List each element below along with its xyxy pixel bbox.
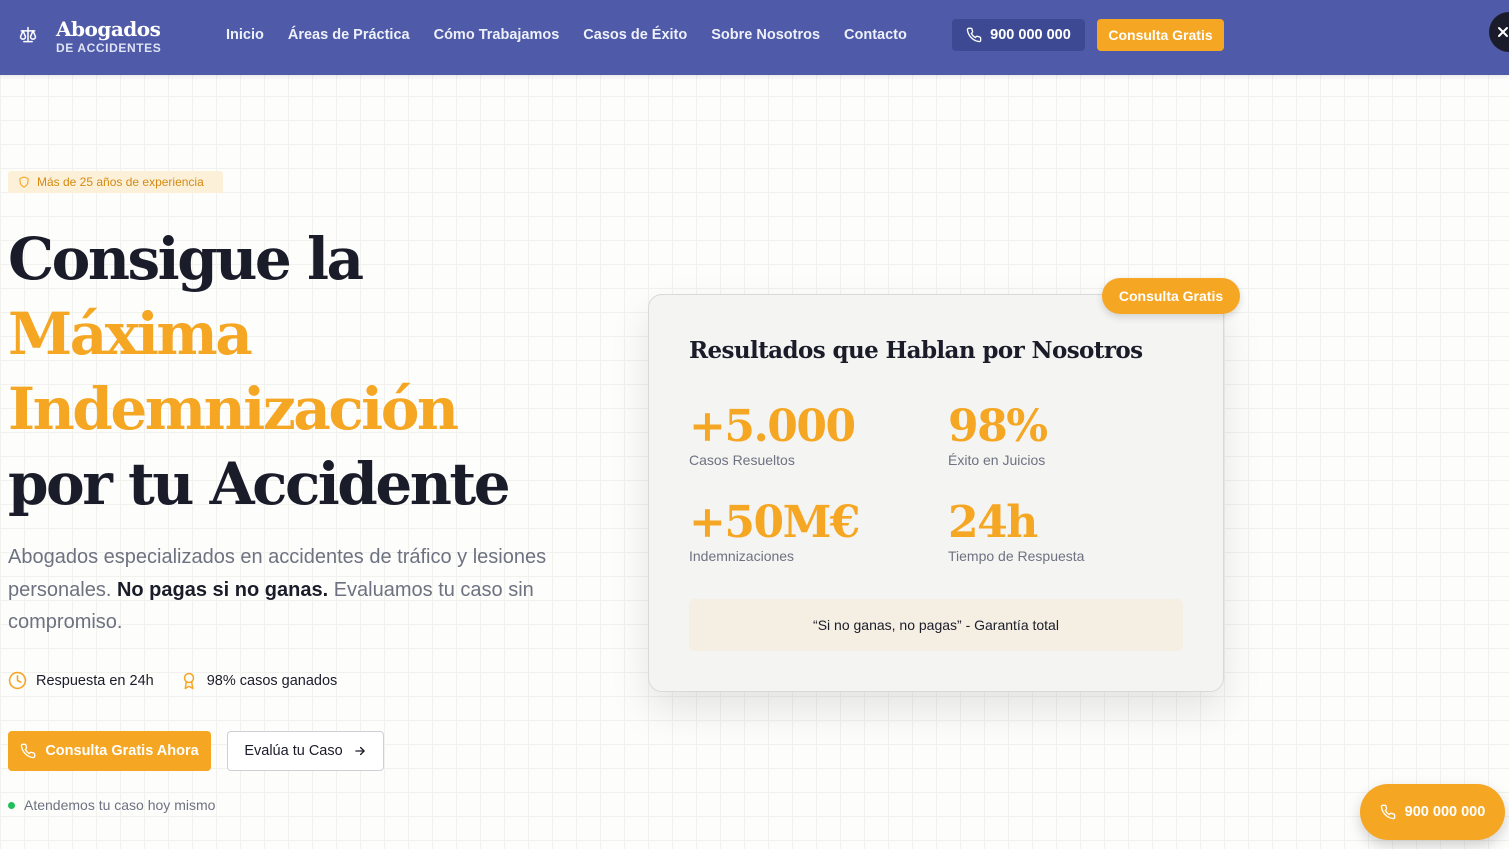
header-phone-number: 900 000 000 bbox=[990, 27, 1071, 43]
logo-subtitle[interactable]: DE ACCIDENTES bbox=[56, 41, 161, 55]
card-consulta-badge[interactable]: Consulta Gratis bbox=[1102, 278, 1240, 314]
consulta-gratis-ahora-button[interactable]: Consulta Gratis Ahora bbox=[8, 731, 211, 771]
results-title: Resultados que Hablan por Nosotros bbox=[689, 337, 1143, 364]
stat-label: Éxito en Juicios bbox=[948, 452, 1046, 468]
nav-contacto[interactable]: Contacto bbox=[844, 27, 907, 43]
stat-casos-resueltos: +5.000 Casos Resueltos bbox=[689, 401, 856, 468]
stat-value: 98% bbox=[948, 401, 1048, 452]
availability-text: Atendemos tu caso hoy mismo bbox=[24, 797, 216, 813]
floating-phone-number: 900 000 000 bbox=[1404, 804, 1486, 820]
phone-icon bbox=[1380, 804, 1396, 820]
clock-icon bbox=[8, 671, 27, 690]
guarantee-banner: “Si no ganas, no pagas” - Garantía total bbox=[689, 599, 1183, 651]
header-consulta-button[interactable]: Consulta Gratis bbox=[1097, 19, 1224, 51]
nav-casos-exito[interactable]: Casos de Éxito bbox=[583, 27, 687, 43]
hero-features: Respuesta en 24h 98% casos ganados bbox=[8, 671, 337, 690]
consulta-gratis-ahora-label: Consulta Gratis Ahora bbox=[45, 743, 199, 759]
stat-label: Indemnizaciones bbox=[689, 548, 795, 564]
availability-status: Atendemos tu caso hoy mismo bbox=[8, 797, 215, 813]
site-header: Abogados DE ACCIDENTES Inicio Áreas de P… bbox=[0, 0, 1509, 75]
hero-title-line-3: Indemnización bbox=[8, 375, 459, 443]
stat-label: Casos Resueltos bbox=[689, 452, 795, 468]
x-icon[interactable] bbox=[1497, 26, 1509, 38]
experience-text: Más de 25 años de experiencia bbox=[37, 175, 204, 189]
hero-title: Consigue la Máxima Indemnización por tu … bbox=[8, 222, 568, 522]
award-icon bbox=[180, 672, 198, 690]
evalua-caso-button[interactable]: Evalúa tu Caso bbox=[227, 731, 384, 771]
hero-title-line-4: por tu Accidente bbox=[8, 450, 511, 518]
hero-title-line-1: Consigue la bbox=[8, 225, 364, 293]
experience-badge: Más de 25 años de experiencia bbox=[8, 171, 223, 193]
hero-desc-bold: No pagas si no ganas. bbox=[116, 578, 329, 601]
stat-exito-juicios: 98% Éxito en Juicios bbox=[948, 401, 1048, 468]
floating-phone-button[interactable]: 900 000 000 bbox=[1360, 784, 1505, 840]
nav-sobre-nosotros[interactable]: Sobre Nosotros bbox=[711, 27, 820, 43]
nav-areas-practica[interactable]: Áreas de Práctica bbox=[288, 27, 410, 43]
feature-win-rate-text: 98% casos ganados bbox=[206, 672, 338, 689]
stat-value: +50M€ bbox=[689, 497, 860, 548]
stat-value: 24h bbox=[948, 497, 1038, 548]
phone-icon bbox=[966, 27, 982, 43]
nav-como-trabajamos[interactable]: Cómo Trabajamos bbox=[434, 27, 560, 43]
phone-icon bbox=[20, 743, 36, 759]
evalua-caso-label: Evalúa tu Caso bbox=[244, 743, 343, 759]
logo-title[interactable]: Abogados bbox=[56, 17, 161, 41]
shield-icon bbox=[18, 176, 30, 188]
stat-value: +5.000 bbox=[689, 401, 856, 452]
scale-icon[interactable] bbox=[18, 25, 38, 45]
hero-description: Abogados especializados en accidentes de… bbox=[8, 541, 568, 639]
header-phone-button[interactable]: 900 000 000 bbox=[952, 19, 1085, 51]
hero-title-line-2: Máxima bbox=[8, 300, 253, 368]
feature-response-text: Respuesta en 24h bbox=[36, 672, 154, 689]
stat-indemnizaciones: +50M€ Indemnizaciones bbox=[689, 497, 860, 564]
stat-label: Tiempo de Respuesta bbox=[948, 548, 1085, 564]
nav-inicio[interactable]: Inicio bbox=[226, 27, 264, 43]
feature-response: Respuesta en 24h bbox=[8, 671, 154, 690]
status-dot bbox=[8, 801, 15, 809]
main-nav: Inicio Áreas de Práctica Cómo Trabajamos… bbox=[226, 27, 907, 43]
feature-win-rate: 98% casos ganados bbox=[180, 672, 338, 690]
arrow-right-icon bbox=[353, 744, 367, 758]
stat-tiempo-respuesta: 24h Tiempo de Respuesta bbox=[948, 497, 1084, 564]
